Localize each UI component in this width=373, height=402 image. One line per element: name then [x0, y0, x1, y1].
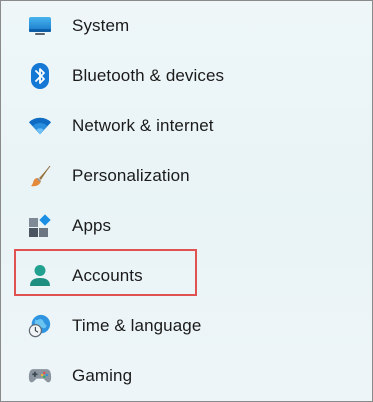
nav-item-label: Network & internet	[72, 116, 214, 135]
nav-item-personalization[interactable]: Personalization	[15, 156, 355, 196]
nav-item-gaming[interactable]: Gaming	[15, 356, 355, 396]
nav-item-label: Personalization	[72, 166, 190, 185]
nav-item-network[interactable]: Network & internet	[15, 106, 355, 146]
nav-item-bluetooth[interactable]: Bluetooth & devices	[15, 56, 355, 96]
nav-item-label: Time & language	[72, 316, 202, 335]
nav-item-label: System	[72, 16, 130, 35]
person-icon	[28, 264, 52, 288]
system-icon	[28, 14, 52, 38]
nav-item-label: Accounts	[72, 266, 143, 285]
nav-item-label: Gaming	[72, 366, 133, 385]
gamepad-icon	[28, 364, 52, 388]
apps-icon	[28, 214, 52, 238]
paintbrush-icon	[28, 164, 52, 188]
nav-item-label: Apps	[72, 216, 112, 235]
nav-item-accounts[interactable]: Accounts	[15, 256, 355, 296]
globe-clock-icon	[28, 314, 52, 338]
nav-item-time-language[interactable]: Time & language	[15, 306, 355, 346]
nav-item-apps[interactable]: Apps	[15, 206, 355, 246]
wifi-icon	[28, 114, 52, 138]
nav-item-label: Bluetooth & devices	[72, 66, 225, 85]
nav-item-system[interactable]: System	[15, 6, 355, 46]
bluetooth-icon	[28, 63, 52, 89]
settings-nav-panel: System Bluetooth & devices Network & int…	[0, 0, 373, 402]
